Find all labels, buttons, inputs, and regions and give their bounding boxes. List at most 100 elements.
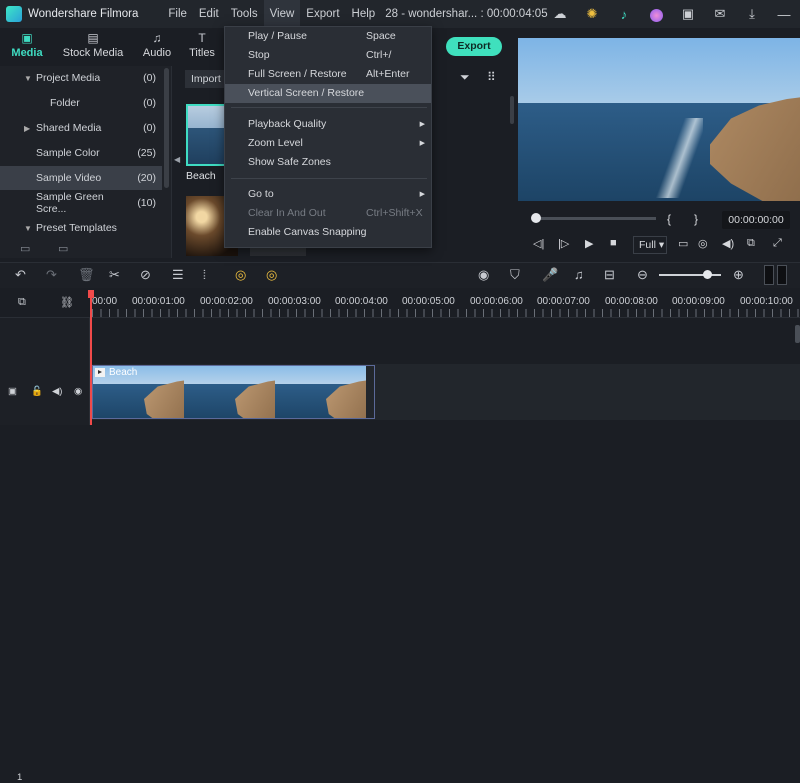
- play-icon[interactable]: ▶: [585, 237, 593, 250]
- clip-video-icon: [95, 368, 105, 377]
- marker-icon[interactable]: ⛉: [510, 267, 520, 283]
- play-frame-icon[interactable]: |▷: [558, 237, 569, 250]
- menu-edit[interactable]: Edit: [193, 0, 225, 28]
- sidebar-item-preset-templates[interactable]: ▼ Preset Templates: [0, 216, 162, 240]
- folder-icon[interactable]: ▭: [58, 242, 68, 255]
- menu-item-clear-in-out[interactable]: Clear In And Out Ctrl+Shift+X: [225, 204, 431, 223]
- link-icon[interactable]: ⛓: [60, 296, 74, 309]
- menu-file[interactable]: File: [162, 0, 193, 28]
- eye-icon[interactable]: ◉: [74, 386, 82, 397]
- fit-timeline-icon[interactable]: ⊟: [604, 267, 615, 283]
- audio-wave-icon[interactable]: ⦙: [203, 267, 206, 283]
- sidebar-item-project-media[interactable]: ▼ Project Media (0): [0, 66, 162, 90]
- adjust-icon[interactable]: ☰: [172, 267, 184, 283]
- avatar[interactable]: [640, 6, 672, 22]
- collapse-panel-icon[interactable]: ◀: [174, 155, 180, 164]
- render-icon[interactable]: ◉: [478, 267, 489, 283]
- app-name: Wondershare Filmora: [28, 8, 139, 20]
- export-button[interactable]: Export: [446, 37, 502, 56]
- menu-item-go-to[interactable]: Go to ▶: [225, 185, 431, 204]
- menu-item-show-safe-zones[interactable]: Show Safe Zones: [225, 153, 431, 172]
- playhead[interactable]: [90, 290, 92, 425]
- timeline-layout-toggle[interactable]: [764, 265, 792, 285]
- delete-icon[interactable]: 🗑: [78, 267, 95, 283]
- fullscreen-icon[interactable]: ⤢: [773, 237, 782, 250]
- view-menu-dropdown: Play / Pause Space Stop Ctrl+/ Full Scre…: [224, 26, 432, 248]
- titles-icon: T: [198, 31, 206, 45]
- filter-icon[interactable]: ⏷: [460, 70, 470, 85]
- menu-item-stop[interactable]: Stop Ctrl+/: [225, 46, 431, 65]
- menu-tools[interactable]: Tools: [225, 0, 264, 28]
- volume-icon[interactable]: ◀): [52, 386, 62, 397]
- cloud-icon[interactable]: ☁: [544, 6, 576, 22]
- menu-item-zoom-level[interactable]: Zoom Level ▶: [225, 134, 431, 153]
- minimize-icon[interactable]: —: [768, 7, 800, 22]
- zoom-out-icon[interactable]: ⊖: [637, 267, 648, 283]
- tab-audio[interactable]: ♫ Audio: [132, 28, 182, 64]
- menu-item-playback-quality[interactable]: Playback Quality ▶: [225, 115, 431, 134]
- menu-item-canvas-snapping[interactable]: Enable Canvas Snapping: [225, 223, 431, 242]
- media-tabs: ▣ Media ▤ Stock Media ♫ Audio T Titles: [0, 28, 225, 64]
- menu-help[interactable]: Help: [346, 0, 382, 28]
- sidebar-item-shared-media[interactable]: ▶ Shared Media (0): [0, 116, 162, 140]
- lock-icon[interactable]: 🔓: [31, 386, 43, 397]
- ruler-label: 00:00:10:00: [740, 296, 793, 307]
- import-button[interactable]: Import: [185, 70, 225, 88]
- playhead-handle[interactable]: [88, 290, 94, 298]
- download-icon[interactable]: ⤓: [736, 6, 768, 22]
- menu-view[interactable]: View: [263, 0, 301, 28]
- tag-icon[interactable]: ⊘: [140, 267, 151, 283]
- new-folder-icon[interactable]: ▭: [20, 242, 30, 255]
- sidebar-item-sample-color[interactable]: Sample Color (25): [0, 141, 162, 165]
- title-bar: Wondershare Filmora File Edit Tools View…: [0, 0, 800, 28]
- playback-progress-handle[interactable]: [531, 213, 541, 223]
- volume-icon[interactable]: ◀): [722, 237, 734, 250]
- zoom-slider-handle[interactable]: [703, 270, 712, 279]
- sidebar-item-sample-green-screen[interactable]: Sample Green Scre... (10): [0, 191, 162, 215]
- ruler-ticks: [92, 309, 800, 317]
- notification-icon[interactable]: ✉: [704, 6, 736, 22]
- stop-icon[interactable]: ■: [610, 237, 617, 249]
- menu-export[interactable]: Export: [300, 0, 345, 28]
- playback-quality-select[interactable]: Full ▾: [633, 236, 667, 254]
- auto-ripple-icon[interactable]: ◎: [266, 267, 277, 283]
- menu-item-full-screen[interactable]: Full Screen / Restore Alt+Enter: [225, 65, 431, 84]
- menu-bar: File Edit Tools View Export Help: [162, 0, 381, 28]
- sidebar-item-folder[interactable]: Folder (0): [0, 91, 162, 115]
- clip-label: Beach: [109, 367, 138, 378]
- submenu-arrow-icon: ▶: [419, 140, 425, 147]
- redo-icon[interactable]: ↷: [46, 267, 57, 283]
- playback-progress-bar[interactable]: [536, 217, 656, 220]
- speed-icon[interactable]: ◎: [235, 267, 246, 283]
- sidebar-scrollbar[interactable]: [164, 68, 169, 188]
- mark-in-icon[interactable]: {: [667, 212, 671, 226]
- tab-audio-label: Audio: [142, 47, 172, 59]
- ruler-label: 00:00:04:00: [335, 296, 388, 307]
- cut-icon[interactable]: ✂: [109, 267, 120, 283]
- ruler-label: 00:00:09:00: [672, 296, 725, 307]
- add-track-icon[interactable]: ⧉: [18, 296, 26, 309]
- snapshot-icon[interactable]: ◎: [698, 237, 708, 250]
- menu-item-play-pause[interactable]: Play / Pause Space: [225, 27, 431, 46]
- ruler-label: 00:00: [92, 296, 118, 307]
- tab-media[interactable]: ▣ Media: [0, 28, 54, 64]
- mark-out-icon[interactable]: }: [694, 212, 698, 226]
- tab-titles[interactable]: T Titles: [182, 28, 222, 64]
- lightbulb-icon[interactable]: ✺: [576, 6, 608, 22]
- previous-frame-icon[interactable]: ◁|: [533, 237, 544, 250]
- tab-titles-label: Titles: [189, 47, 215, 59]
- crop-icon[interactable]: ⧉: [747, 237, 755, 250]
- grid-view-icon[interactable]: ⠿: [487, 70, 496, 84]
- save-icon[interactable]: ▣: [672, 6, 704, 22]
- undo-icon[interactable]: ↶: [15, 267, 26, 283]
- tab-stock-media[interactable]: ▤ Stock Media: [54, 28, 132, 64]
- media-scrollbar[interactable]: [510, 96, 514, 124]
- sidebar-item-sample-video[interactable]: Sample Video (20): [0, 166, 162, 190]
- headset-icon[interactable]: ♪: [608, 7, 640, 22]
- display-icon[interactable]: ▭: [678, 237, 688, 250]
- zoom-in-icon[interactable]: ⊕: [733, 267, 744, 283]
- menu-item-vertical-screen[interactable]: Vertical Screen / Restore: [225, 84, 431, 103]
- microphone-icon[interactable]: 🎤: [542, 267, 558, 283]
- music-list-icon[interactable]: ♫: [574, 267, 584, 282]
- timeline-scrollbar[interactable]: [795, 325, 800, 343]
